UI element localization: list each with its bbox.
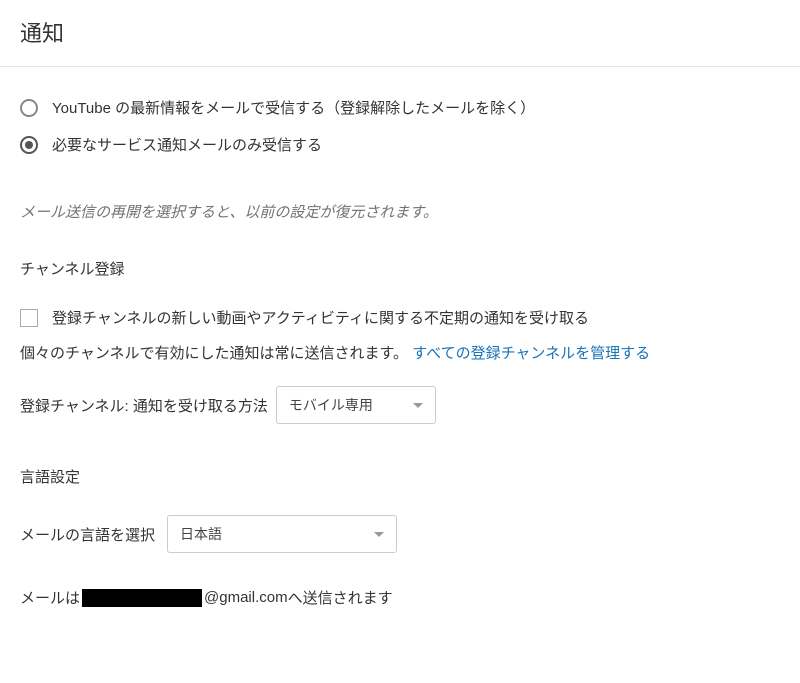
checkbox-activity-notifications[interactable]: 登録チャンネルの新しい動画やアクティビティに関する不定期の通知を受け取る xyxy=(20,307,780,328)
chevron-down-icon xyxy=(374,532,384,537)
checkbox-icon xyxy=(20,309,38,327)
email-destination-row: メールは @gmail.com へ送信されます xyxy=(20,587,780,608)
subscriptions-header: チャンネル登録 xyxy=(20,258,780,279)
radio-label: YouTube の最新情報をメールで受信する（登録解除したメールを除く） xyxy=(52,97,535,118)
subscriptions-description-row: 個々のチャンネルで有効にした通知は常に送信されます。 すべての登録チャンネルを管… xyxy=(20,342,780,366)
email-note: メール送信の再開を選択すると、以前の設定が復元されます。 xyxy=(20,201,780,222)
page-title: 通知 xyxy=(0,0,800,66)
language-header: 言語設定 xyxy=(20,466,780,487)
notification-method-select[interactable]: モバイル専用 xyxy=(276,386,436,424)
radio-icon-selected xyxy=(20,136,38,154)
select-value: モバイル専用 xyxy=(289,395,373,415)
redacted-email-user xyxy=(82,589,202,607)
radio-icon xyxy=(20,99,38,117)
notification-method-label: 登録チャンネル: 通知を受け取る方法 xyxy=(20,395,268,416)
language-label: メールの言語を選択 xyxy=(20,524,155,545)
radio-inner-dot xyxy=(25,141,33,149)
select-value: 日本語 xyxy=(180,524,222,544)
checkbox-label: 登録チャンネルの新しい動画やアクティビティに関する不定期の通知を受け取る xyxy=(52,307,589,328)
notification-method-row: 登録チャンネル: 通知を受け取る方法 モバイル専用 xyxy=(20,386,780,424)
subscriptions-description: 個々のチャンネルで有効にした通知は常に送信されます。 xyxy=(20,345,408,362)
email-domain: @gmail.com xyxy=(204,589,288,606)
language-row: メールの言語を選択 日本語 xyxy=(20,515,780,553)
radio-option-all-updates[interactable]: YouTube の最新情報をメールで受信する（登録解除したメールを除く） xyxy=(20,97,780,118)
language-select[interactable]: 日本語 xyxy=(167,515,397,553)
manage-subscriptions-link[interactable]: すべての登録チャンネルを管理する xyxy=(412,345,650,362)
email-prefix: メールは xyxy=(20,587,80,608)
radio-option-required-only[interactable]: 必要なサービス通知メールのみ受信する xyxy=(20,134,780,155)
chevron-down-icon xyxy=(413,403,423,408)
email-suffix: へ送信されます xyxy=(288,587,393,608)
radio-label: 必要なサービス通知メールのみ受信する xyxy=(52,134,322,155)
